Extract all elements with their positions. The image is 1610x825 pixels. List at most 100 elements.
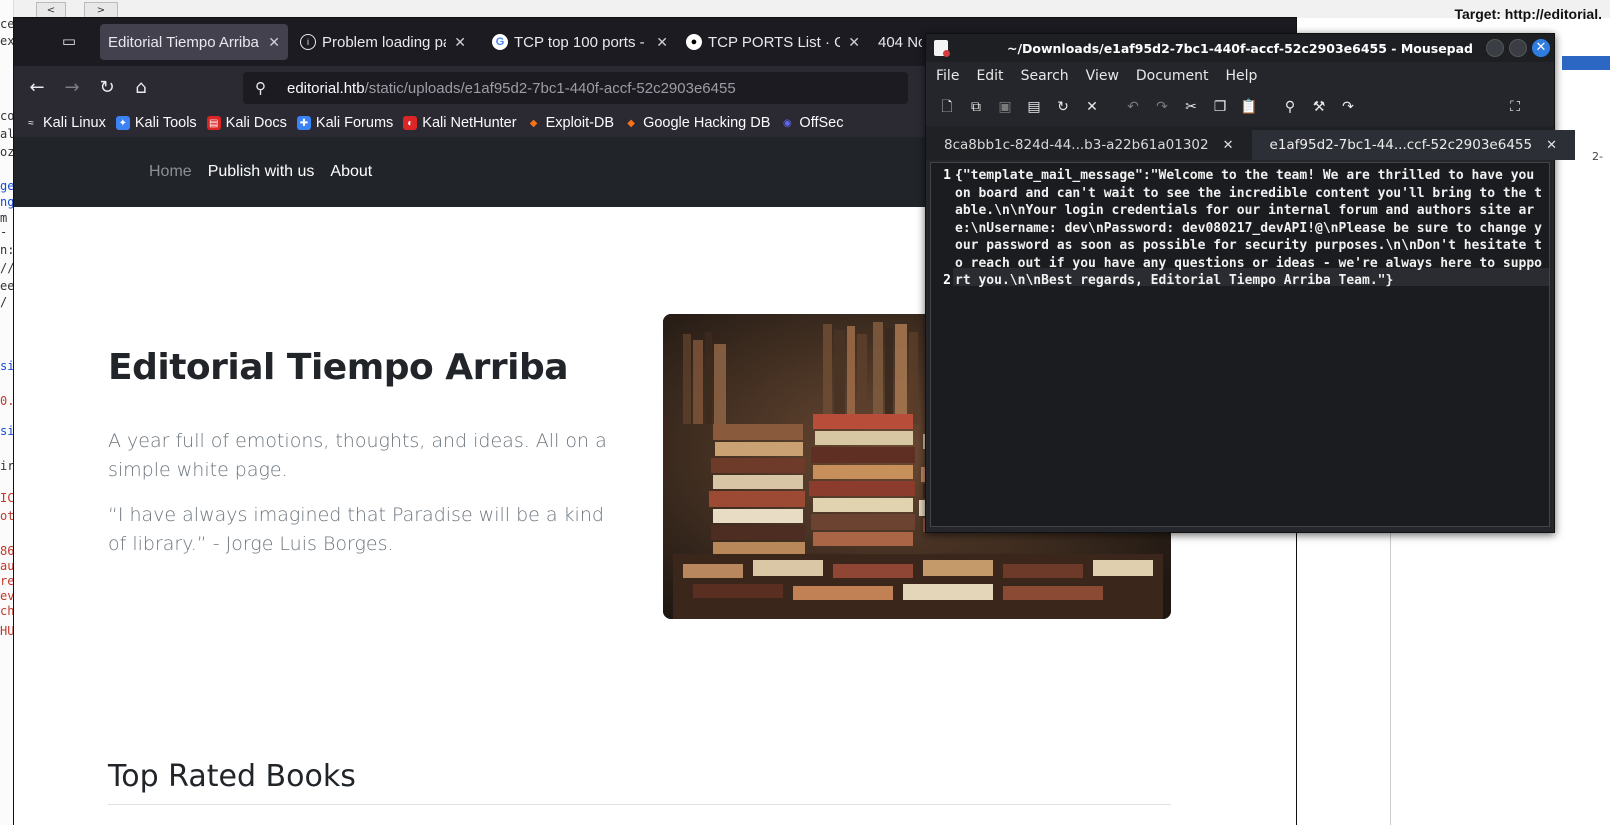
background-text-fragment: oz xyxy=(0,145,14,159)
home-icon[interactable]: ⌂ xyxy=(128,75,154,101)
tab-overview-icon[interactable]: ▭ xyxy=(58,30,80,52)
file-content[interactable]: {"template_mail_message":"Welcome to the… xyxy=(955,167,1545,290)
text-editor[interactable]: 1 2 {"template_mail_message":"Welcome to… xyxy=(930,162,1550,527)
bookmark-kali-tools[interactable]: ✦ Kali Tools xyxy=(115,115,197,131)
background-text-fragment: - xyxy=(0,225,8,239)
ghdb-icon: ◆ xyxy=(627,117,635,129)
paste-icon[interactable]: 📋 xyxy=(1238,96,1260,118)
background-text-fragment: IC xyxy=(0,491,14,505)
close-icon[interactable]: ✕ xyxy=(1546,138,1557,153)
fullscreen-icon[interactable]: ⛶ xyxy=(1504,96,1526,118)
github-icon: ● xyxy=(686,34,702,50)
bookmark-google-hacking-db[interactable]: ◆ Google Hacking DB xyxy=(624,115,770,131)
document-tab-label: e1af95d2-7bc1-44...ccf-52c2903e6455 xyxy=(1269,137,1533,153)
bookmark-offsec[interactable]: ◉ OffSec xyxy=(780,115,843,131)
menu-edit[interactable]: Edit xyxy=(976,68,1003,84)
background-text-fragment: co xyxy=(0,109,14,123)
background-text-fragment: // xyxy=(0,261,14,275)
bookmark-label: OffSec xyxy=(799,115,844,131)
section-divider xyxy=(108,804,1171,805)
background-right-button[interactable] xyxy=(1562,56,1610,70)
bookmark-kali-nethunter[interactable]: ◐ Kali NetHunter xyxy=(403,115,517,131)
window-title: ~/Downloads/e1af95d2-7bc1-440f-accf-52c2… xyxy=(1006,40,1473,56)
bookmark-label: Kali Docs xyxy=(225,115,287,131)
forward-history-button[interactable]: > xyxy=(84,2,118,18)
line-number: 2 xyxy=(943,273,951,288)
bookmark-kali-docs[interactable]: ▤ Kali Docs xyxy=(206,115,287,131)
document-tab[interactable]: 8ca8bb1c-824d-44...b3-a22b61a01302 ✕ xyxy=(926,130,1252,160)
close-icon[interactable]: ✕ xyxy=(1223,138,1234,153)
mousepad-titlebar[interactable]: ~/Downloads/e1af95d2-7bc1-440f-accf-52c2… xyxy=(926,34,1554,62)
background-text-fragment: ch xyxy=(0,604,14,618)
tab-tcp-ports-list[interactable]: ● TCP PORTS List · GitH ✕ xyxy=(678,24,868,60)
nav-publish-link[interactable]: Publish with us xyxy=(208,163,315,181)
bookmark-label: Kali Linux xyxy=(43,115,106,131)
menu-document[interactable]: Document xyxy=(1136,68,1209,84)
kali-docs-icon: ▤ xyxy=(206,116,221,130)
kali-dragon-icon: ≈ xyxy=(28,117,34,129)
bookmark-label: Kali Forums xyxy=(315,115,394,131)
bookmark-kali-forums[interactable]: ✚ Kali Forums xyxy=(296,115,394,131)
close-icon[interactable]: ✕ xyxy=(656,34,668,51)
find-replace-icon[interactable]: ⚒ xyxy=(1308,96,1330,118)
bookmark-kali-linux[interactable]: ≈ Kali Linux xyxy=(24,115,106,131)
forward-arrow-icon[interactable]: → xyxy=(59,75,85,101)
background-text-fragment: 0. xyxy=(0,394,14,408)
back-arrow-icon[interactable]: ← xyxy=(24,75,50,101)
line-number: 1 xyxy=(943,168,951,183)
background-text-fragment: / xyxy=(0,295,8,309)
menu-bar: File Edit Search View Document Help xyxy=(926,62,1554,89)
close-document-icon[interactable]: ✕ xyxy=(1081,96,1103,118)
save-icon[interactable]: ▣ xyxy=(994,96,1016,118)
menu-help[interactable]: Help xyxy=(1225,68,1257,84)
save-as-icon[interactable]: ▤ xyxy=(1023,96,1045,118)
close-icon[interactable]: ✕ xyxy=(454,34,466,51)
maximize-button[interactable] xyxy=(1509,39,1527,57)
undo-icon[interactable]: ↶ xyxy=(1122,96,1144,118)
background-left-pane: cel ex co al oz ge ng m- n: // ee / si 0. si ir IC ot 86a… xyxy=(0,0,14,825)
tab-404[interactable]: 404 No xyxy=(870,24,930,60)
background-text-fragment: ng xyxy=(0,195,14,209)
nav-about-link[interactable]: About xyxy=(330,163,372,181)
target-label: Target: http://editorial. xyxy=(1454,6,1602,22)
search-icon[interactable]: ⚲ xyxy=(1279,96,1301,118)
tab-editorial[interactable]: Editorial Tiempo Arriba ✕ xyxy=(100,24,288,60)
menu-view[interactable]: View xyxy=(1086,68,1119,84)
minimize-button[interactable] xyxy=(1486,39,1504,57)
close-icon[interactable]: ✕ xyxy=(848,34,860,51)
menu-file[interactable]: File xyxy=(936,68,959,84)
go-to-icon[interactable]: ↷ xyxy=(1337,96,1359,118)
tab-tcp-top-ports[interactable]: G TCP top 100 ports - G ✕ xyxy=(484,24,676,60)
cut-icon[interactable]: ✂ xyxy=(1180,96,1202,118)
background-text-fragment: al xyxy=(0,127,14,141)
document-tab-active[interactable]: e1af95d2-7bc1-44...ccf-52c2903e6455 ✕ xyxy=(1251,130,1575,160)
nav-home-link[interactable]: Home xyxy=(149,163,192,181)
hero-description: A year full of emotions, thoughts, and i… xyxy=(108,430,607,481)
tab-problem-loading[interactable]: i Problem loading page ✕ xyxy=(292,24,474,60)
bookmark-exploit-db[interactable]: ◆ Exploit-DB xyxy=(527,115,614,131)
reload-icon[interactable]: ↻ xyxy=(1052,96,1074,118)
section-title: Top Rated Books xyxy=(108,759,356,794)
hero-title: Editorial Tiempo Arriba xyxy=(108,347,569,388)
background-text-fragment: ee xyxy=(0,279,14,293)
menu-search[interactable]: Search xyxy=(1021,68,1069,84)
redo-icon[interactable]: ↷ xyxy=(1151,96,1173,118)
close-window-button[interactable]: ✕ xyxy=(1532,39,1550,57)
hero-quote: “I have always imagined that Paradise wi… xyxy=(108,504,604,555)
copy-icon[interactable]: ❐ xyxy=(1209,96,1231,118)
close-icon[interactable]: ✕ xyxy=(268,34,280,51)
background-text-fragment: m xyxy=(0,211,8,225)
reload-icon[interactable]: ↻ xyxy=(94,75,120,101)
background-right-text: 2- xyxy=(1592,150,1603,163)
tab-label: Problem loading page xyxy=(322,33,446,51)
new-window-icon[interactable]: ⧉ xyxy=(965,96,987,118)
background-text-fragment: si xyxy=(0,359,14,373)
new-document-icon[interactable]: 🗋 xyxy=(936,96,958,118)
url-host: editorial.htb xyxy=(287,79,365,97)
document-tabs: 8ca8bb1c-824d-44...b3-a22b61a01302 ✕ e1a… xyxy=(926,126,1575,160)
bookmark-label: Google Hacking DB xyxy=(643,115,771,131)
back-history-button[interactable]: < xyxy=(36,2,66,18)
background-text-fragment: re xyxy=(0,574,14,588)
url-bar[interactable]: ⚲ editorial.htb/static/uploads/e1af95d2-… xyxy=(243,72,908,104)
background-text-fragment: ev xyxy=(0,589,14,603)
